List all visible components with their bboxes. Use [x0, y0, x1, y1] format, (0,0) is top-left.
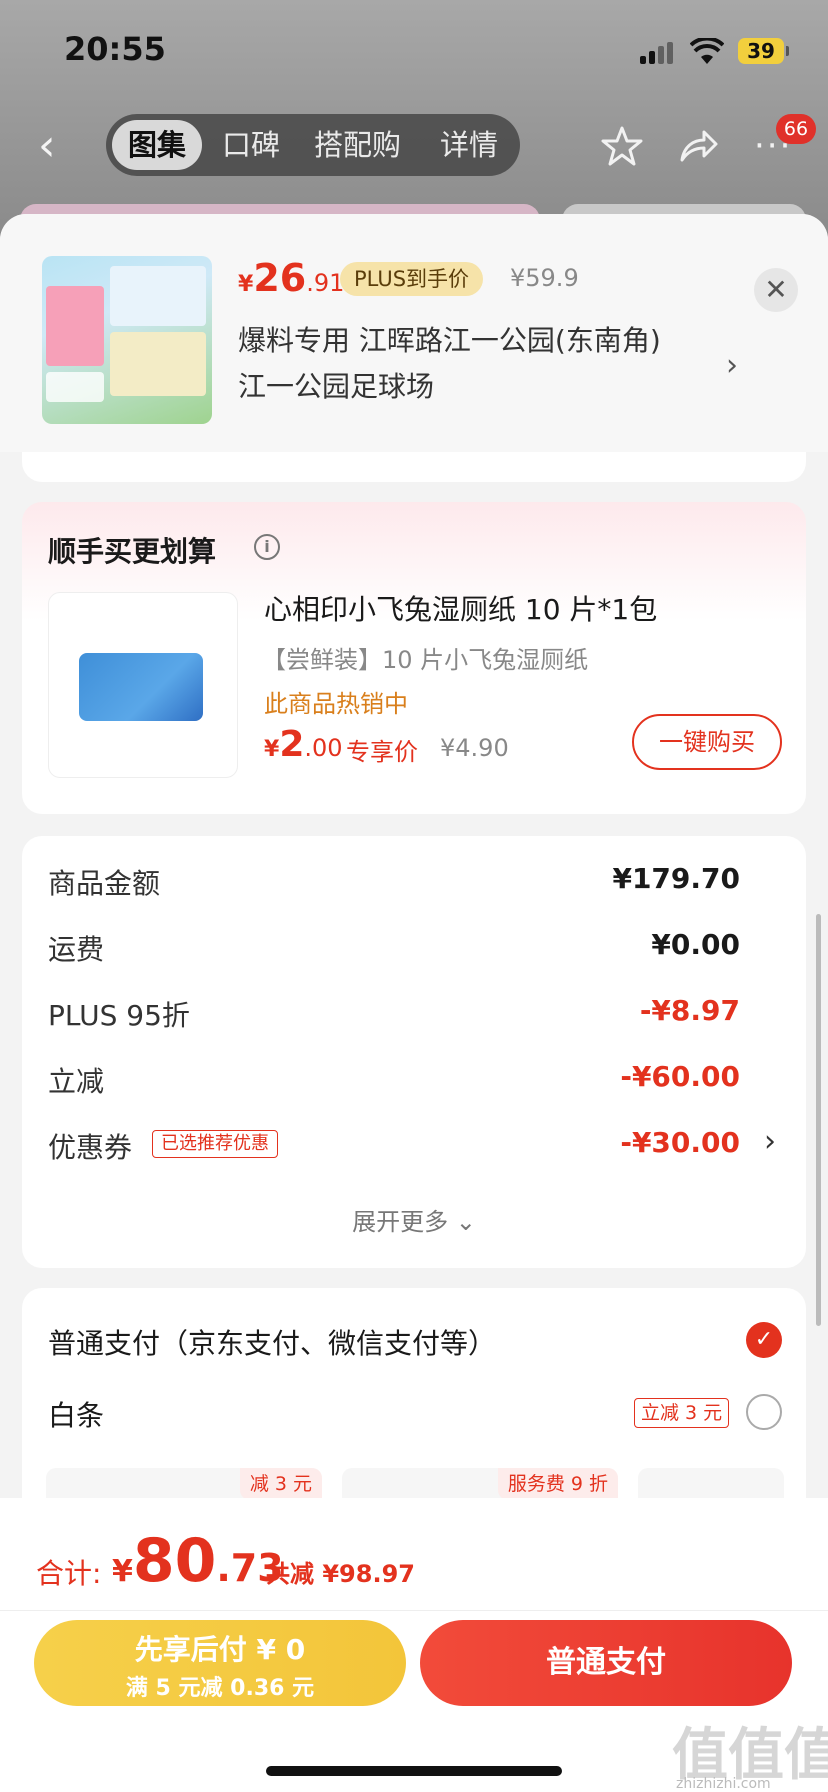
summary-value: ¥0.00	[651, 928, 740, 961]
baitiao-discount-tag: 立减 3 元	[634, 1398, 730, 1428]
summary-row-shipping: 运费 ¥0.00	[48, 928, 788, 972]
delivery-address[interactable]: 爆料专用 江晖路江一公园(东南角) 江一公园足球场	[238, 318, 718, 410]
address-line: 江一公园足球场	[238, 370, 435, 403]
wifi-icon	[689, 36, 725, 66]
status-bar: 20:55 39	[0, 0, 828, 100]
tab-gallery[interactable]: 图集	[112, 120, 203, 170]
summary-value: -¥30.00	[620, 1126, 740, 1159]
back-icon[interactable]: ‹	[38, 124, 68, 168]
expand-more-button[interactable]: 展开更多 ⌄	[22, 1202, 806, 1237]
payment-normal-option[interactable]: 普通支付（京东支付、微信支付等）	[48, 1322, 496, 1362]
tab-details[interactable]: 详情	[440, 114, 498, 176]
tab-reviews[interactable]: 口碑	[222, 114, 280, 176]
pay-later-promo: 满 5 元减 0.36 元	[125, 1676, 315, 1701]
installment-tag: 服务费 9 折	[497, 1468, 618, 1500]
coupon-tag: 已选推荐优惠	[152, 1130, 278, 1158]
total-label: 合计:	[36, 1557, 102, 1590]
chevron-right-icon[interactable]: ›	[726, 348, 738, 383]
watermark-url: zhizhizhi.com	[676, 1776, 771, 1792]
bundle-product-image	[48, 592, 238, 778]
section-tabs: 图集 口碑 搭配购 详情	[106, 114, 520, 176]
star-icon[interactable]	[600, 124, 644, 168]
one-click-buy-button[interactable]: 一键购买	[632, 714, 782, 770]
summary-value: -¥8.97	[639, 994, 740, 1027]
payment-baitiao-option[interactable]: 白条	[48, 1394, 104, 1434]
radio-unchecked-icon[interactable]	[746, 1394, 782, 1430]
share-icon[interactable]	[676, 124, 720, 168]
summary-label: 商品金额	[48, 867, 161, 900]
bundle-card: 顺手买更划算 i 心相印小飞兔湿厕纸 10 片*1包 【尝鲜装】10 片小飞兔湿…	[22, 502, 806, 814]
wipe-pack-image	[79, 653, 203, 721]
plus-price-tag: PLUS到手价	[340, 262, 484, 296]
cellular-signal-icon	[640, 42, 676, 64]
tab-combo[interactable]: 搭配购	[314, 114, 401, 176]
info-icon[interactable]: i	[254, 534, 280, 560]
total-saved: 共减 ¥98.97	[266, 1560, 415, 1588]
pay-normal-button[interactable]: 普通支付	[420, 1620, 792, 1706]
pay-later-button[interactable]: 先享后付 ¥ 0 满 5 元减 0.36 元	[34, 1620, 406, 1706]
battery-icon: 39	[738, 38, 789, 64]
summary-row-coupon[interactable]: 优惠券 已选推荐优惠 -¥30.00 ›	[48, 1124, 788, 1170]
summary-label: 优惠券	[48, 1131, 133, 1164]
scrollbar[interactable]	[816, 914, 821, 1326]
price-summary-card: 商品金额 ¥179.70 运费 ¥0.00 PLUS 95折 -¥8.97 立减…	[22, 836, 806, 1268]
product-image	[42, 256, 212, 424]
checkout-bar: 合计: ¥80.73 共减 ¥98.97 先享后付 ¥ 0 满 5 元减 0.3…	[0, 1498, 828, 1792]
bundle-title: 顺手买更划算	[48, 535, 217, 568]
summary-label: 运费	[48, 933, 105, 966]
product-header: ¥26.91 PLUS到手价 ¥59.9 ✕ 爆料专用 江晖路江一公园(东南角)…	[0, 214, 828, 452]
product-price: ¥26.91	[238, 256, 345, 300]
home-indicator	[266, 1766, 562, 1776]
bundle-original-price: ¥4.90	[440, 734, 509, 762]
installment-tag: 减 3 元	[239, 1468, 322, 1500]
summary-row-plus: PLUS 95折 -¥8.97	[48, 994, 788, 1038]
status-time: 20:55	[64, 30, 166, 68]
card-edge	[22, 452, 806, 482]
divider	[0, 1610, 828, 1611]
message-badge: 66	[776, 114, 816, 144]
pay-later-label: 先享后付 ¥ 0	[134, 1633, 306, 1666]
bundle-product-subtitle: 【尝鲜装】10 片小飞兔湿厕纸	[262, 646, 589, 674]
summary-row-instant-discount: 立减 -¥60.00	[48, 1060, 788, 1104]
summary-value: ¥179.70	[612, 862, 740, 895]
summary-label: PLUS 95折	[48, 999, 190, 1032]
bundle-price: ¥2.00	[264, 724, 343, 765]
address-line: 爆料专用 江晖路江一公园(东南角)	[238, 324, 661, 357]
original-price: ¥59.9	[510, 264, 579, 292]
close-icon[interactable]: ✕	[754, 268, 798, 312]
exclusive-price-label: 专享价	[346, 738, 418, 766]
checked-icon[interactable]: ✓	[746, 1322, 782, 1358]
summary-label: 立减	[48, 1065, 105, 1098]
bundle-product-name: 心相印小飞兔湿厕纸 10 片*1包	[264, 593, 658, 626]
bundle-hot-label: 此商品热销中	[264, 690, 408, 718]
summary-row-goods: 商品金额 ¥179.70	[48, 862, 788, 906]
summary-value: -¥60.00	[620, 1060, 740, 1093]
total-price: ¥80.73	[112, 1526, 284, 1596]
chevron-right-icon[interactable]: ›	[764, 1124, 776, 1159]
